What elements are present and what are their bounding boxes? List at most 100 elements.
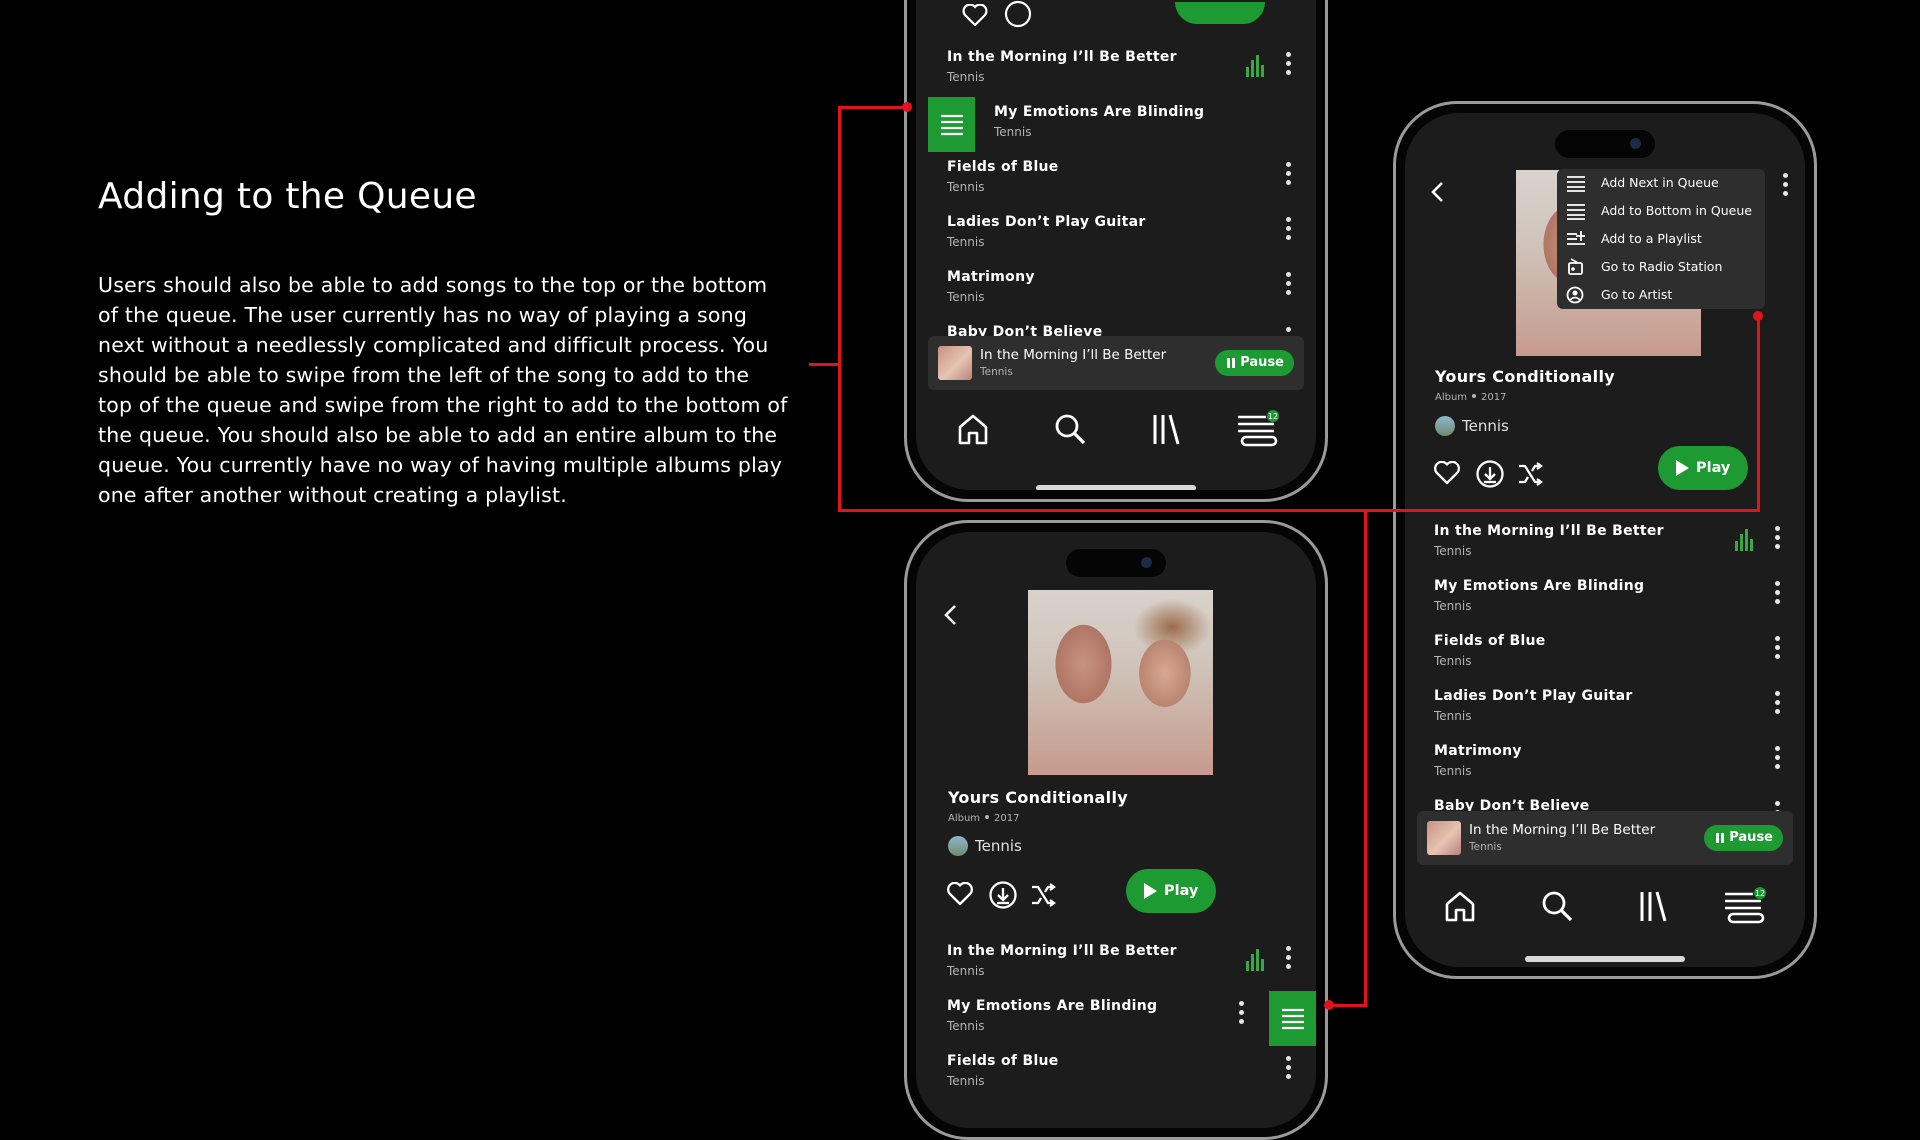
list-item-swiped[interactable]: My Emotions Are Blinding Tennis [916, 97, 1316, 152]
list-item[interactable]: Fields of Blue Tennis [916, 152, 1316, 207]
track-artist: Tennis [947, 1074, 985, 1088]
phone-screen: Yours Conditionally Album 2017 Tennis Pla… [916, 532, 1316, 1128]
phone-screen: In the Morning I’ll Be Better Tennis My … [916, 0, 1316, 490]
phone-album-swipe: Yours Conditionally Album 2017 Tennis Pla… [904, 520, 1328, 1140]
list-item-swiped[interactable]: My Emotions Are Blinding Tennis [916, 991, 1316, 1046]
play-button[interactable]: Play [1658, 446, 1749, 490]
pause-button[interactable]: Pause [1704, 825, 1783, 851]
avatar[interactable] [948, 836, 968, 856]
track-title: In the Morning I’ll Be Better [947, 943, 1177, 959]
track-artist: Tennis [1434, 709, 1472, 723]
avatar[interactable] [1435, 416, 1455, 436]
track-title: Matrimony [1434, 743, 1522, 759]
list-item[interactable]: Ladies Don’t Play Guitar Tennis [916, 207, 1316, 262]
equalizer-icon [1246, 55, 1268, 77]
list-item[interactable]: Fields of Blue Tennis [916, 1046, 1316, 1101]
artist-icon [1566, 286, 1584, 304]
heart-icon[interactable] [962, 4, 988, 26]
more-options-icon[interactable] [1278, 1054, 1298, 1082]
track-artist: Tennis [947, 235, 985, 249]
download-icon[interactable] [1475, 459, 1505, 489]
track-artist: Tennis [947, 70, 985, 84]
play-button[interactable]: Play [1126, 869, 1217, 913]
add-to-top-of-queue-button[interactable] [928, 97, 975, 152]
home-icon[interactable] [956, 412, 990, 446]
list-item[interactable]: Fields of Blue Tennis [1405, 626, 1805, 681]
now-playing-title: In the Morning I’ll Be Better [980, 347, 1167, 363]
queue-top-icon [941, 114, 963, 136]
list-item[interactable]: Matrimony Tennis [916, 262, 1316, 317]
list-item[interactable]: In the Morning I’ll Be Better Tennis [916, 936, 1316, 991]
menu-item-add-to-bottom-in-queue[interactable]: Add to Bottom in Queue [1557, 197, 1765, 225]
search-icon[interactable] [1540, 889, 1574, 923]
list-item[interactable]: In the Morning I’ll Be Better Tennis [916, 42, 1316, 97]
track-artist: Tennis [1434, 599, 1472, 613]
annotation-connector [838, 509, 1760, 512]
play-button[interactable] [1175, 2, 1265, 24]
annotation-dot [902, 102, 912, 112]
now-playing-title: In the Morning I’ll Be Better [1469, 822, 1656, 838]
list-item[interactable]: Ladies Don’t Play Guitar Tennis [1405, 681, 1805, 736]
library-icon[interactable] [1638, 889, 1668, 923]
add-to-bottom-of-queue-button[interactable] [1269, 991, 1316, 1046]
more-options-icon[interactable] [1278, 50, 1298, 78]
annotation-connector [1364, 509, 1367, 1007]
more-options-icon[interactable] [1775, 171, 1795, 199]
heart-icon[interactable] [1433, 461, 1461, 485]
more-options-icon[interactable] [1767, 634, 1787, 662]
annotation-connector [1757, 316, 1760, 512]
shuffle-icon[interactable] [1030, 883, 1056, 907]
library-icon[interactable] [1151, 412, 1181, 446]
album-artist[interactable]: Tennis [975, 837, 1022, 855]
annotation-dot [1324, 1000, 1334, 1010]
track-artist: Tennis [947, 180, 985, 194]
now-playing-artist: Tennis [980, 366, 1013, 378]
now-playing-bar[interactable]: In the Morning I’ll Be Better Tennis Pau… [1417, 811, 1793, 865]
track-artist: Tennis [1434, 764, 1472, 778]
track-artist: Tennis [947, 290, 985, 304]
download-icon[interactable] [988, 880, 1018, 910]
menu-item-add-to-playlist[interactable]: Add to a Playlist [1557, 225, 1765, 253]
home-indicator [1036, 485, 1196, 490]
list-item[interactable]: My Emotions Are Blinding Tennis [1405, 571, 1805, 626]
queue-badge: 12 [1267, 412, 1279, 421]
heart-icon[interactable] [946, 882, 974, 906]
menu-item-go-to-artist[interactable]: Go to Artist [1557, 281, 1765, 309]
back-icon[interactable] [943, 603, 959, 627]
more-options-icon[interactable] [1231, 999, 1251, 1027]
more-options-icon[interactable] [1767, 524, 1787, 552]
annotation-connector [838, 106, 908, 109]
track-title: Fields of Blue [1434, 633, 1546, 649]
album-artist[interactable]: Tennis [1462, 417, 1509, 435]
download-icon[interactable] [1004, 0, 1032, 28]
pause-button[interactable]: Pause [1215, 350, 1294, 376]
slide-body: Users should also be able to add songs t… [98, 273, 788, 507]
queue-top-icon [1567, 176, 1585, 192]
more-options-icon[interactable] [1767, 689, 1787, 717]
more-options-icon[interactable] [1767, 744, 1787, 772]
list-item[interactable]: Matrimony Tennis [1405, 736, 1805, 791]
more-options-icon[interactable] [1767, 579, 1787, 607]
annotation-connector [809, 363, 839, 366]
annotation-connector [838, 106, 841, 512]
more-options-icon[interactable] [1278, 944, 1298, 972]
menu-item-go-to-radio-station[interactable]: Go to Radio Station [1557, 253, 1765, 281]
more-options-icon[interactable] [1278, 215, 1298, 243]
menu-item-add-next-in-queue[interactable]: Add Next in Queue [1557, 169, 1765, 197]
dynamic-island [1066, 549, 1166, 577]
back-icon[interactable] [1430, 180, 1446, 204]
track-artist: Tennis [947, 964, 985, 978]
search-icon[interactable] [1053, 412, 1087, 446]
more-options-icon[interactable] [1278, 160, 1298, 188]
phone-screen: Add Next in Queue Add to Bottom in Queue… [1405, 113, 1805, 967]
shuffle-icon[interactable] [1517, 462, 1543, 486]
track-artist: Tennis [994, 125, 1032, 139]
now-playing-bar[interactable]: In the Morning I’ll Be Better Tennis Pau… [928, 336, 1304, 390]
home-icon[interactable] [1443, 889, 1477, 923]
more-options-icon[interactable] [1278, 270, 1298, 298]
radio-icon [1568, 258, 1583, 275]
playlist-add-icon [1567, 231, 1585, 245]
list-item[interactable]: In the Morning I’ll Be Better Tennis [1405, 516, 1805, 571]
more-options-icon[interactable] [1309, 600, 1316, 628]
album-title: Yours Conditionally [1435, 367, 1615, 386]
